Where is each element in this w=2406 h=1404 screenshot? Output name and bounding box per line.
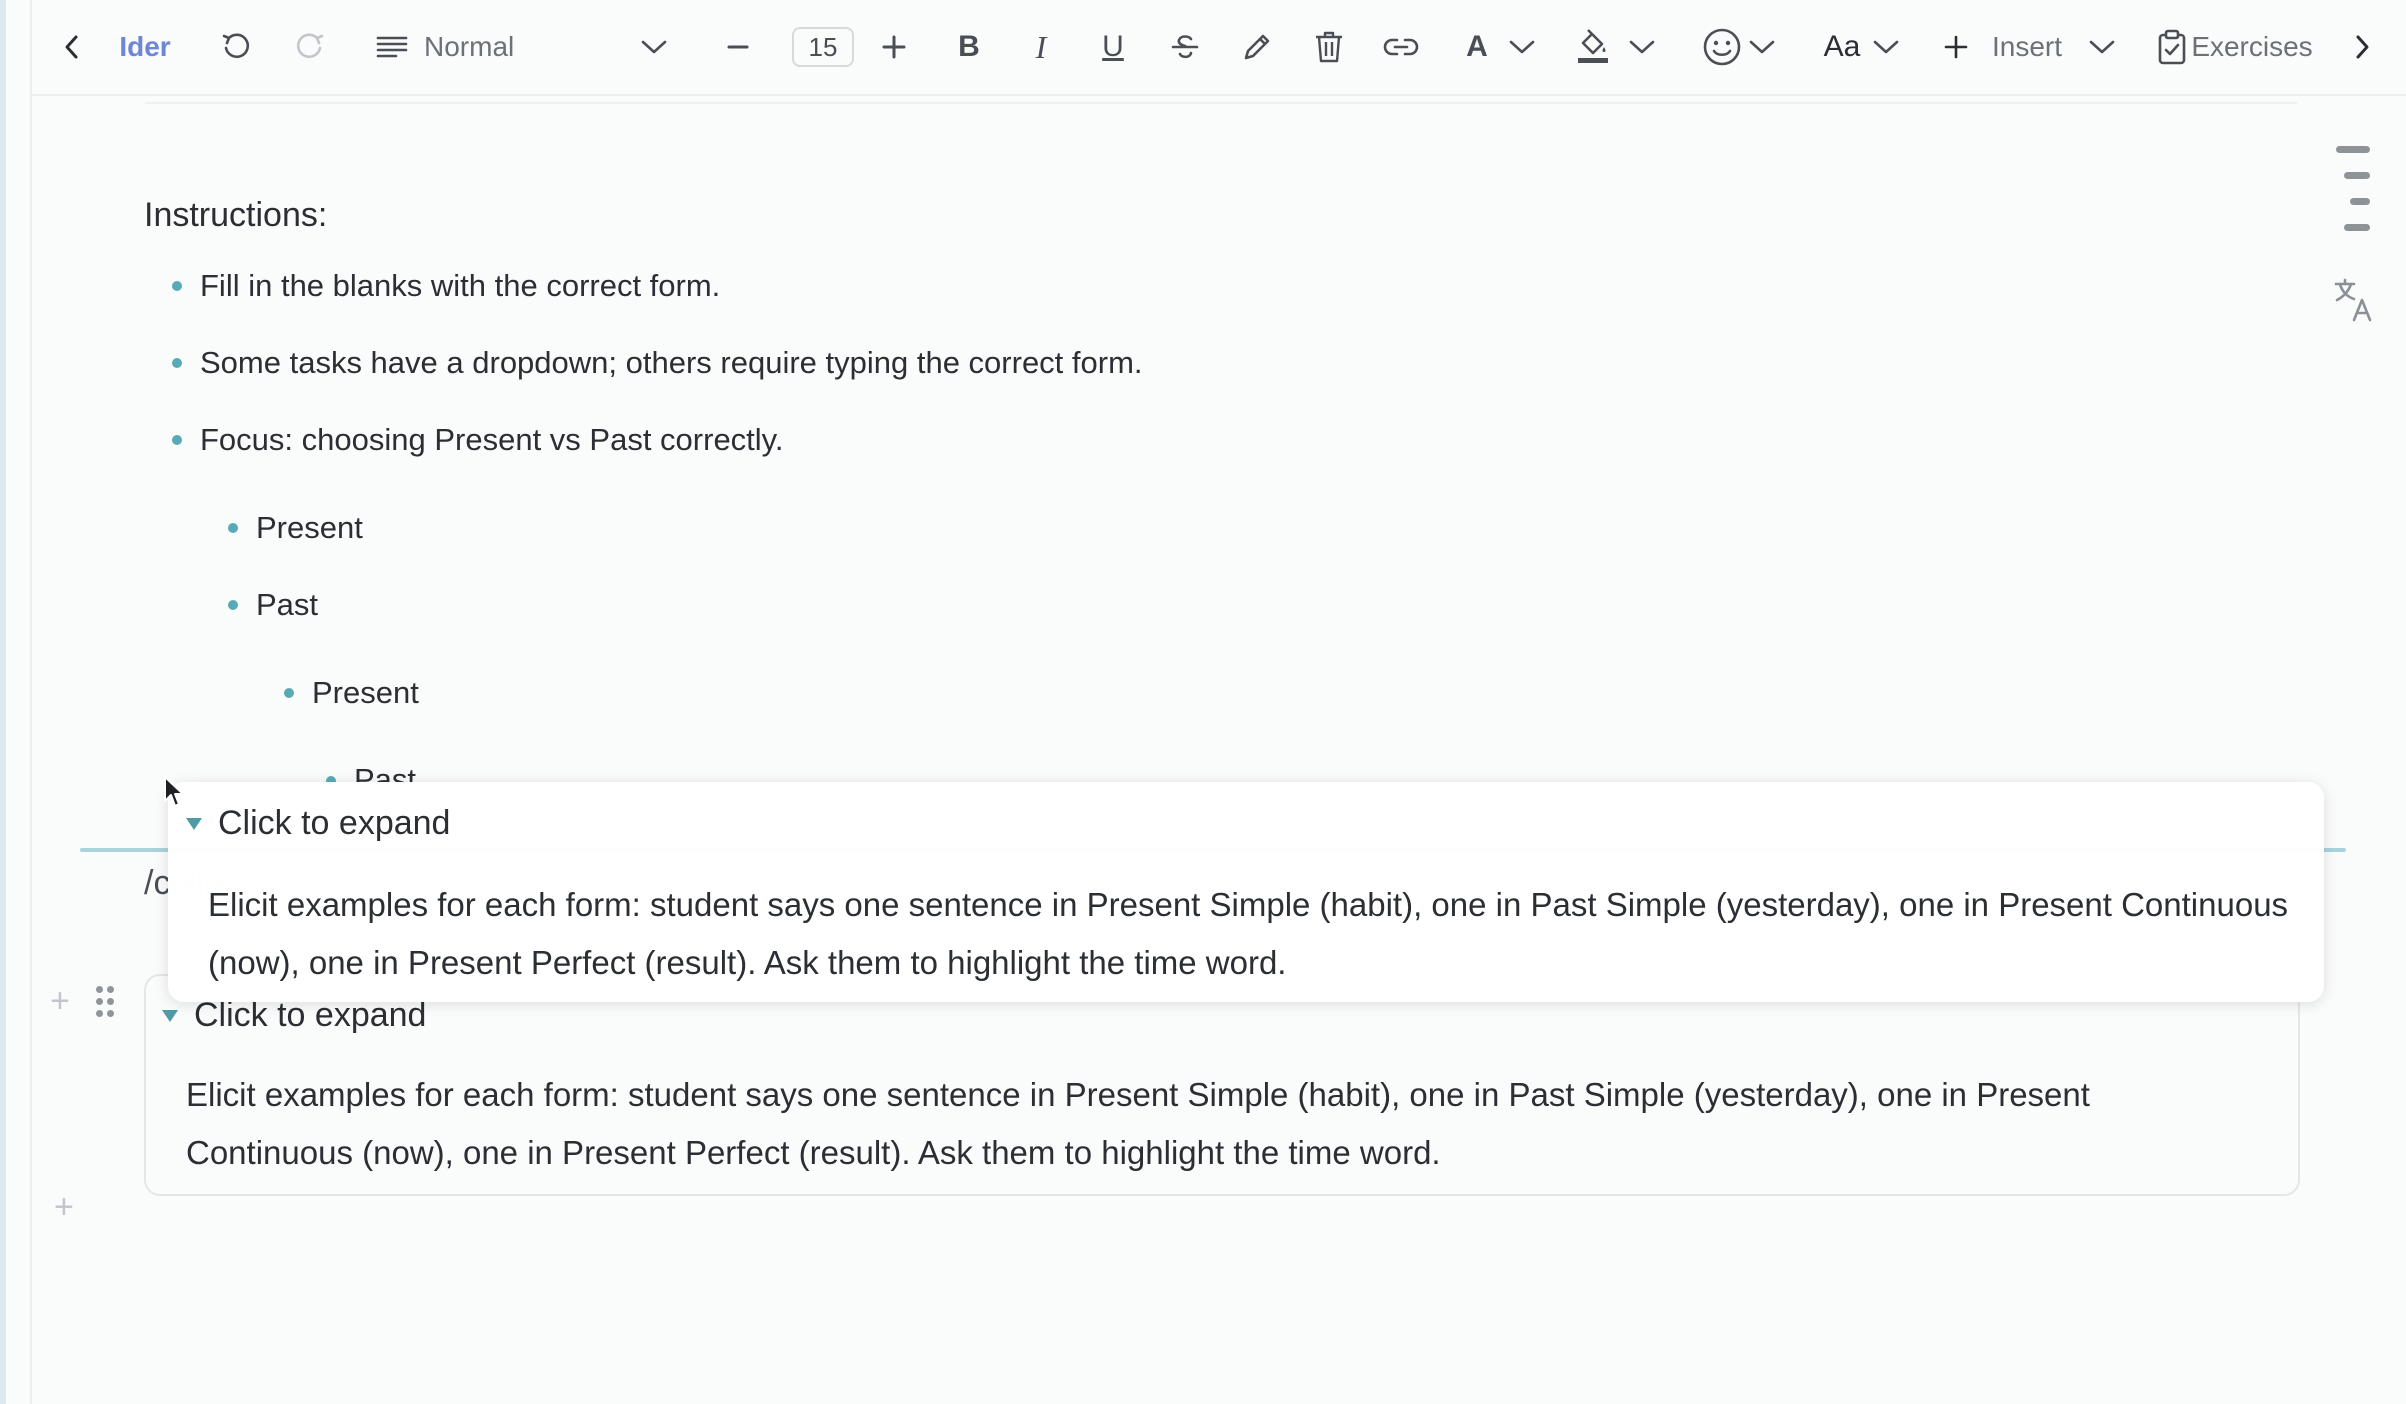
- collapsible-body-text[interactable]: Elicit examples for each form: student s…: [186, 1066, 2266, 1182]
- list-item-text: Some tasks have a dropdown; others requi…: [200, 345, 1143, 380]
- list-item-partially-hidden[interactable]: Past: [326, 760, 416, 784]
- list-item[interactable]: Fill in the blanks with the correct form…: [172, 268, 720, 304]
- bullet-dot: [172, 281, 182, 291]
- instructions-heading[interactable]: Instructions:: [144, 196, 327, 235]
- list-item[interactable]: Past: [228, 587, 318, 623]
- drag-preview-body-text: Elicit examples for each form: student s…: [208, 886, 2289, 981]
- bullet-dot: [172, 435, 182, 445]
- list-item-text: Past: [354, 762, 417, 784]
- expand-triangle-icon[interactable]: [162, 1009, 178, 1022]
- list-item[interactable]: Some tasks have a dropdown; others requi…: [172, 345, 1143, 381]
- add-block-plus-icon[interactable]: +: [50, 984, 70, 1018]
- expand-triangle-icon: [186, 817, 202, 830]
- add-block-plus-icon[interactable]: +: [54, 1190, 74, 1224]
- mouse-cursor-icon: [164, 776, 184, 807]
- list-item-text: Focus: choosing Present vs Past correctl…: [200, 422, 784, 457]
- list-item-text: Past: [256, 587, 319, 622]
- list-item-text: Fill in the blanks with the correct form…: [200, 268, 721, 303]
- drag-preview-summary-text: Click to expand: [218, 804, 451, 842]
- drag-handle-icon[interactable]: [96, 986, 116, 1018]
- bullet-dot: [228, 600, 238, 610]
- collapsible-block[interactable]: Click to expand Elicit examples for each…: [144, 974, 2300, 1196]
- bullet-dot: [228, 523, 238, 533]
- drag-preview-collapsible-block: Click to expand Elicit examples for each…: [168, 782, 2324, 1002]
- list-item[interactable]: Focus: choosing Present vs Past correctl…: [172, 422, 784, 458]
- list-item-text: Present: [312, 675, 419, 710]
- editor-window: Ider Normal 15 B I U A Aa Insert Exercis…: [0, 0, 2406, 1404]
- list-item[interactable]: Present: [228, 510, 363, 546]
- slash-command-typed: /c: [144, 864, 171, 902]
- drag-preview-summary: Click to expand: [186, 804, 450, 843]
- bullet-dot: [284, 688, 294, 698]
- list-item-text: Present: [256, 510, 363, 545]
- list-item[interactable]: Present: [284, 675, 419, 711]
- bullet-dot: [172, 358, 182, 368]
- document-body: Instructions: Fill in the blanks with th…: [0, 0, 2406, 1404]
